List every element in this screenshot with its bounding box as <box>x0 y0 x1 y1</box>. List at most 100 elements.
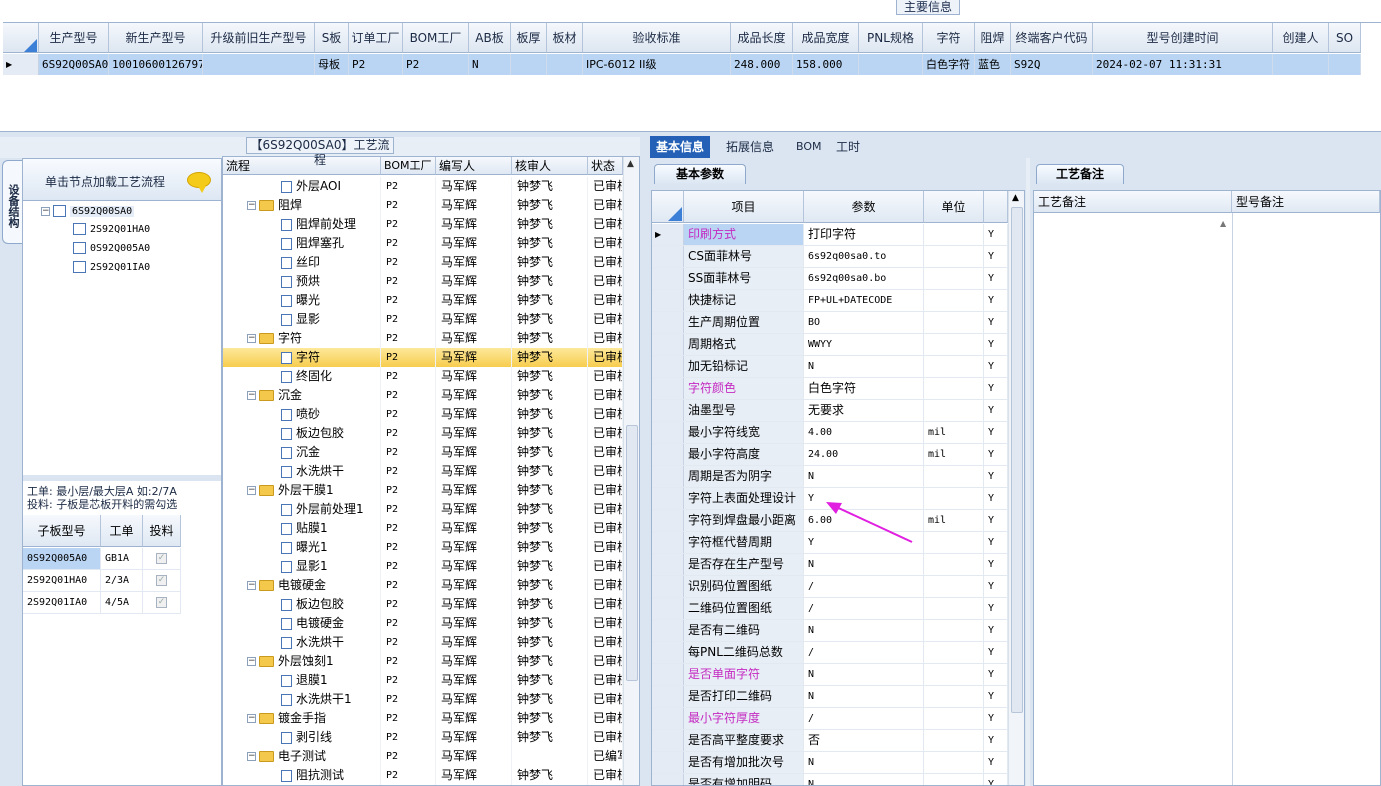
process-row[interactable]: 水洗烘干 P2马军辉钟梦飞已审核 <box>223 633 623 652</box>
process-row[interactable]: − 外层蚀刻1 P2马军辉钟梦飞已审核 <box>223 652 623 671</box>
checkbox[interactable]: ✓ <box>156 552 167 564</box>
param-flag[interactable]: Y <box>984 400 1008 421</box>
param-row[interactable]: 是否打印二维码 N Y <box>652 686 1008 708</box>
param-value[interactable]: 6s92q00sa0.bo <box>804 268 924 289</box>
process-row[interactable]: 显影 P2马军辉钟梦飞已审核 <box>223 310 623 329</box>
process-row[interactable]: 预烘 P2马军辉钟梦飞已审核 <box>223 272 623 291</box>
grid-cell[interactable] <box>1329 54 1361 75</box>
param-value[interactable]: 4.00 <box>804 422 924 443</box>
collapse-icon[interactable]: − <box>247 201 256 210</box>
col-header[interactable]: 验收标准 <box>583 23 731 53</box>
col-header[interactable]: AB板 <box>469 23 511 53</box>
param-value[interactable]: FP+UL+DATECODE <box>804 290 924 311</box>
checkbox[interactable]: ✓ <box>156 574 167 586</box>
param-flag[interactable]: Y <box>984 290 1008 311</box>
process-row[interactable]: 显影1 P2马军辉钟梦飞已审核 <box>223 557 623 576</box>
process-row[interactable]: 阻焊塞孔 P2马军辉钟梦飞已审核 <box>223 234 623 253</box>
param-value[interactable]: / <box>804 576 924 597</box>
tree-root-node[interactable]: −6S92Q00SA0 <box>41 203 135 221</box>
process-row[interactable]: − 沉金 P2马军辉钟梦飞已审核 <box>223 386 623 405</box>
param-row[interactable]: 油墨型号 无要求 Y <box>652 400 1008 422</box>
collapse-icon[interactable]: − <box>247 391 256 400</box>
sub-board-order[interactable]: 2/3A <box>101 570 143 592</box>
col-header[interactable]: 成品长度 <box>731 23 793 53</box>
param-row[interactable]: 字符上表面处理设计 Y Y <box>652 488 1008 510</box>
process-name-cell[interactable]: 显影 <box>223 310 381 329</box>
process-scrollbar[interactable]: ▲ <box>623 157 639 785</box>
process-row[interactable]: 阻抗测试 P2马军辉钟梦飞已审核 <box>223 766 623 785</box>
grid-cell[interactable] <box>547 54 583 75</box>
process-name-cell[interactable]: 水洗烘干1 <box>223 690 381 709</box>
param-value[interactable]: N <box>804 620 924 641</box>
sub-board-model[interactable]: 2S92Q01HA0 <box>23 570 101 592</box>
grid-cell[interactable]: 6S92Q00SA0 <box>39 54 109 75</box>
param-row[interactable]: 周期格式 WWYY Y <box>652 334 1008 356</box>
tab-bom[interactable]: BOM <box>790 136 828 158</box>
grid-cell[interactable]: 158.000 <box>793 54 859 75</box>
param-flag[interactable]: Y <box>984 686 1008 707</box>
grid-cell[interactable]: IPC-6012 II级 <box>583 54 731 75</box>
grid-cell[interactable] <box>859 54 923 75</box>
tab-basic-params[interactable]: 基本参数 <box>654 164 746 184</box>
tree-child-node[interactable]: 0S92Q005A0 <box>73 240 150 258</box>
param-row[interactable]: 最小字符高度 24.00 mil Y <box>652 444 1008 466</box>
grid-cell[interactable]: 蓝色 <box>975 54 1011 75</box>
process-name-cell[interactable]: 水洗烘干 <box>223 633 381 652</box>
scroll-up-icon[interactable]: ▲ <box>1220 219 1226 228</box>
process-name-cell[interactable]: − 镀金手指 <box>223 709 381 728</box>
col-header-process-remark[interactable]: 工艺备注 <box>1034 191 1232 213</box>
col-header[interactable]: 板材 <box>547 23 583 53</box>
process-name-cell[interactable]: 退膜1 <box>223 671 381 690</box>
process-row[interactable]: 丝印 P2马军辉钟梦飞已审核 <box>223 253 623 272</box>
process-name-cell[interactable]: 剥引线 <box>223 728 381 747</box>
grid-cell[interactable]: P2 <box>403 54 469 75</box>
col-header[interactable]: PNL规格 <box>859 23 923 53</box>
param-flag[interactable]: Y <box>984 598 1008 619</box>
process-name-cell[interactable]: 显影1 <box>223 557 381 576</box>
process-name-cell[interactable]: − 阻焊 <box>223 196 381 215</box>
process-name-cell[interactable]: − 电镀硬金 <box>223 576 381 595</box>
grid-cell[interactable] <box>203 54 315 75</box>
col-header[interactable]: 创建人 <box>1273 23 1329 53</box>
col-header[interactable]: 阻焊 <box>975 23 1011 53</box>
tab-work-hours[interactable]: 工时 <box>830 136 866 158</box>
process-name-cell[interactable]: 贴膜1 <box>223 519 381 538</box>
param-row[interactable]: 每PNL二维码总数 / Y <box>652 642 1008 664</box>
col-header-flow[interactable]: 流程 <box>223 157 381 175</box>
sub-board-feed[interactable]: ✓ <box>143 570 181 592</box>
process-row[interactable]: 贴膜1 P2马军辉钟梦飞已审核 <box>223 519 623 538</box>
param-row[interactable]: 最小字符线宽 4.00 mil Y <box>652 422 1008 444</box>
process-row[interactable]: − 外层干膜1 P2马军辉钟梦飞已审核 <box>223 481 623 500</box>
param-flag[interactable]: Y <box>984 444 1008 465</box>
param-value[interactable]: N <box>804 466 924 487</box>
param-row[interactable]: 是否有增加明码 N Y <box>652 774 1008 785</box>
process-row[interactable]: 板边包胶 P2马军辉钟梦飞已审核 <box>223 595 623 614</box>
grid-cell[interactable]: 248.000 <box>731 54 793 75</box>
sub-board-feed[interactable]: ✓ <box>143 548 181 570</box>
tab-extended-info[interactable]: 拓展信息 <box>720 136 780 158</box>
sub-board-feed[interactable]: ✓ <box>143 592 181 614</box>
collapse-icon[interactable]: − <box>247 714 256 723</box>
param-flag[interactable]: Y <box>984 488 1008 509</box>
process-row[interactable]: 剥引线 P2马军辉钟梦飞已审核 <box>223 728 623 747</box>
sub-board-order[interactable]: GB1A <box>101 548 143 570</box>
col-header[interactable]: 新生产型号 <box>109 23 203 53</box>
process-row[interactable]: 板边包胶 P2马军辉钟梦飞已审核 <box>223 424 623 443</box>
col-header-reviewer[interactable]: 核审人 <box>512 157 588 175</box>
param-value[interactable]: / <box>804 708 924 729</box>
param-row[interactable]: SS面菲林号 6s92q00sa0.bo Y <box>652 268 1008 290</box>
param-flag[interactable]: Y <box>984 620 1008 641</box>
param-value[interactable]: N <box>804 686 924 707</box>
col-header-writer[interactable]: 编写人 <box>436 157 512 175</box>
param-flag[interactable]: Y <box>984 708 1008 729</box>
param-value[interactable]: BO <box>804 312 924 333</box>
scroll-thumb[interactable] <box>626 425 638 681</box>
checkbox[interactable]: ✓ <box>156 596 167 608</box>
scroll-up-icon[interactable]: ▲ <box>1012 193 1019 203</box>
col-header[interactable]: 字符 <box>923 23 975 53</box>
col-header[interactable]: 投料 <box>143 515 181 547</box>
param-row[interactable]: 加无铅标记 N Y <box>652 356 1008 378</box>
param-row[interactable]: 识别码位置图纸 / Y <box>652 576 1008 598</box>
param-row[interactable]: 字符框代替周期 Y Y <box>652 532 1008 554</box>
grid-cell[interactable]: 白色字符 <box>923 54 975 75</box>
